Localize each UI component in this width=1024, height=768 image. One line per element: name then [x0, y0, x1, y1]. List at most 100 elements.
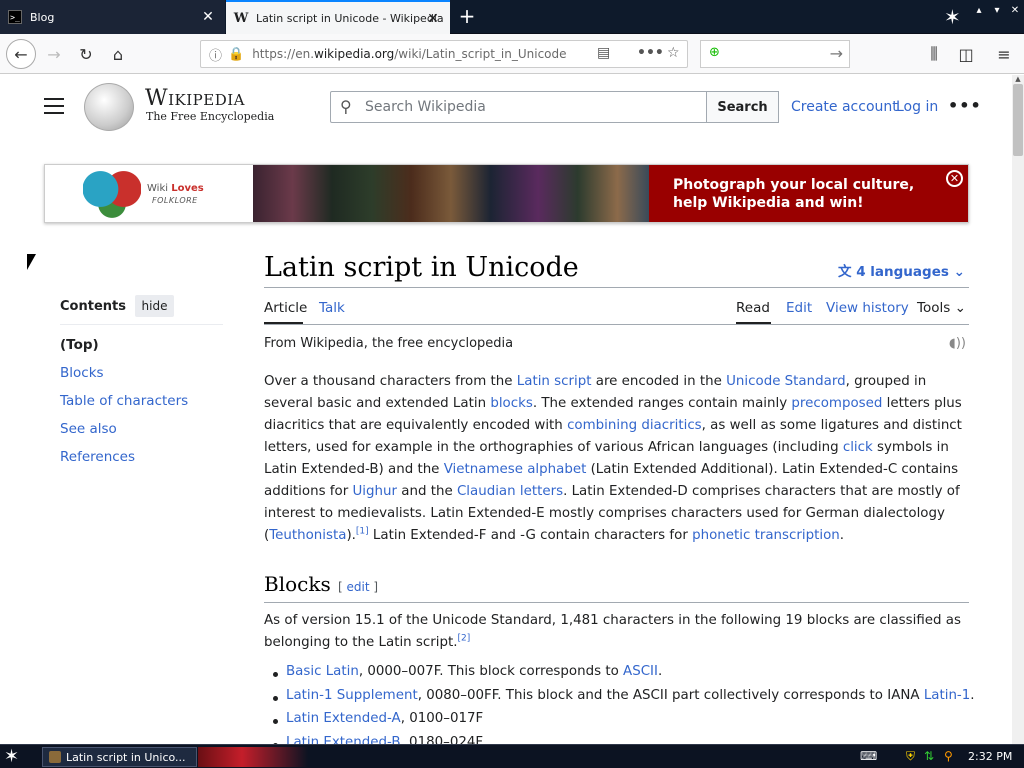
paragraph-text: , 0000–007F. This block corresponds to [358, 664, 624, 679]
wiki-link[interactable]: Latin Extended-A [286, 711, 401, 726]
section-heading-blocks: Blocks [264, 572, 331, 596]
search-icon: ⚲ [340, 97, 352, 116]
toc-item-table-of-characters[interactable]: Table of characters [60, 393, 188, 409]
wiki-link[interactable]: ASCII [623, 664, 658, 679]
bookmark-star-icon[interactable]: ☆ [667, 45, 680, 61]
search-input[interactable]: ⚲ Search Wikipedia [330, 91, 707, 123]
main-menu-button[interactable] [44, 98, 64, 114]
blocks-paragraph: As of version 15.1 of the Unicode Standa… [264, 610, 970, 654]
wiki-link[interactable]: phonetic transcription [692, 528, 840, 543]
scrollbar-track[interactable] [1012, 75, 1024, 745]
close-icon[interactable]: ✕ [426, 11, 440, 27]
shield-icon[interactable]: ⛨ [906, 749, 915, 764]
log-in-link[interactable]: Log in [896, 99, 938, 115]
tab-blog[interactable]: >_ Blog ✕ [0, 0, 225, 34]
languages-button[interactable]: 文 4 languages ⌄ [838, 260, 965, 280]
keyboard-icon[interactable]: ⌨ [860, 749, 877, 763]
create-account-link[interactable]: Create account [791, 99, 898, 115]
paragraph-text: . [970, 688, 975, 703]
new-tab-button[interactable]: + [456, 4, 478, 28]
wiki-link[interactable]: Vietnamese alphabet [444, 462, 587, 477]
home-icon[interactable]: ⌂ [104, 40, 132, 68]
lock-icon: 🔒 [228, 46, 245, 62]
wiki-link[interactable]: Unicode Standard [726, 374, 845, 389]
back-button[interactable]: ← [6, 39, 36, 69]
tab-wikipedia[interactable]: W Latin script in Unicode - Wikipedia ✕ [226, 0, 450, 34]
wikipedia-globe-logo[interactable] [84, 83, 134, 131]
wiki-link[interactable]: Uighur [352, 484, 397, 499]
wiki-link[interactable]: Basic Latin [286, 664, 359, 679]
toc-item-blocks[interactable]: Blocks [60, 365, 104, 381]
more-options-icon[interactable]: ••• [948, 96, 982, 115]
paragraph-text: and the [397, 484, 457, 499]
search-tray-icon[interactable]: ⚲ [944, 749, 953, 763]
maximize-icon[interactable]: ▾ [990, 4, 1004, 18]
tools-dropdown[interactable]: Tools ⌄ [917, 300, 966, 316]
wiki-link[interactable]: precomposed [791, 396, 882, 411]
reference-link[interactable]: [1] [356, 527, 369, 537]
toc-item-top[interactable]: (Top) [60, 337, 99, 353]
clock: 2:32 PM [968, 750, 1013, 763]
toc-item-see-also[interactable]: See also [60, 421, 117, 437]
reference-link[interactable]: [2] [457, 634, 470, 644]
wikipedia-icon: W [233, 10, 249, 26]
network-icon[interactable]: ⇅ [924, 749, 934, 763]
tab-view-history[interactable]: View history [826, 300, 909, 316]
banner-close-icon[interactable]: ✕ [946, 170, 963, 187]
star-icon: ✶ [944, 5, 961, 29]
taskbar-item-browser[interactable]: Latin script in Unico... [42, 747, 197, 767]
scroll-up-arrow[interactable]: ▲ [1012, 75, 1024, 83]
wiki-link[interactable]: Latin-1 Supplement [286, 688, 418, 703]
tab-talk[interactable]: Talk [319, 300, 345, 316]
paragraph-text: , 0080–00FF. This block and the ASCII pa… [417, 688, 924, 703]
bullet [273, 719, 278, 724]
reader-mode-icon[interactable]: ▤ [597, 45, 610, 61]
search-button[interactable]: Search [706, 91, 779, 123]
browser-search-box[interactable]: ⊕ → [700, 40, 850, 68]
toc-hide-button[interactable]: hide [135, 295, 174, 317]
info-icon[interactable]: ⓘ [209, 45, 222, 64]
close-icon[interactable]: ✕ [201, 9, 215, 25]
tab-article[interactable]: Article [264, 300, 307, 316]
chevron-down-icon: ⌄ [954, 300, 966, 316]
menu-icon[interactable]: ≡ [990, 40, 1018, 68]
forward-button[interactable]: → [40, 40, 68, 68]
wiki-link[interactable]: click [843, 440, 873, 455]
wiki-link[interactable]: Teuthonista [269, 528, 346, 543]
banner-message[interactable]: Photograph your local culture, help Wiki… [649, 165, 968, 222]
reload-button[interactable]: ↻ [72, 40, 100, 68]
library-icon[interactable]: ⫼ [920, 40, 948, 68]
page-actions-icon[interactable]: ••• [637, 45, 664, 61]
intro-paragraph: Over a thousand characters from the Lati… [264, 371, 970, 547]
toc-divider [60, 324, 223, 325]
campaign-banner[interactable]: Wiki Loves FOLKLORE Photograph your loca… [44, 164, 969, 223]
list-item: Latin Extended-A, 0100–017F [286, 711, 483, 726]
search-placeholder: Search Wikipedia [365, 99, 486, 115]
wiki-link[interactable]: combining diacritics [567, 418, 702, 433]
banner-logo-text: Wiki Loves [147, 183, 204, 194]
title-divider [264, 287, 969, 288]
wiki-link[interactable]: Latin-1 [924, 688, 970, 703]
firefox-icon [49, 751, 61, 763]
tab-title: Blog [30, 10, 55, 24]
toc-item-references[interactable]: References [60, 449, 135, 465]
wikipedia-wordmark[interactable]: Wikipedia [145, 86, 245, 111]
wiki-loves-folklore-logo [83, 169, 141, 219]
start-menu-icon[interactable]: ✶ [4, 746, 19, 767]
listen-audio-icon[interactable]: ◖)) [949, 336, 966, 351]
tab-read[interactable]: Read [736, 300, 770, 316]
minimize-icon[interactable]: ▴ [972, 4, 986, 18]
section-divider [264, 602, 969, 603]
wiki-link[interactable]: Latin script [517, 374, 592, 389]
scrollbar-thumb[interactable] [1013, 84, 1023, 156]
wiki-link[interactable]: blocks [490, 396, 533, 411]
paragraph-text: Latin Extended-F and -G contain characte… [368, 528, 693, 543]
sidebar-icon[interactable]: ◫ [952, 40, 980, 68]
close-window-icon[interactable]: ✕ [1008, 4, 1022, 18]
tab-edit[interactable]: Edit [786, 300, 812, 316]
edit-section-link[interactable]: [ edit ] [338, 580, 378, 594]
translate-icon: 文 [838, 264, 852, 280]
arrow-right-icon[interactable]: → [830, 44, 843, 63]
wiki-link[interactable]: Claudian letters [457, 484, 563, 499]
url-bar[interactable]: ⓘ 🔒 https://en.wikipedia.org/wiki/Latin_… [200, 40, 688, 68]
